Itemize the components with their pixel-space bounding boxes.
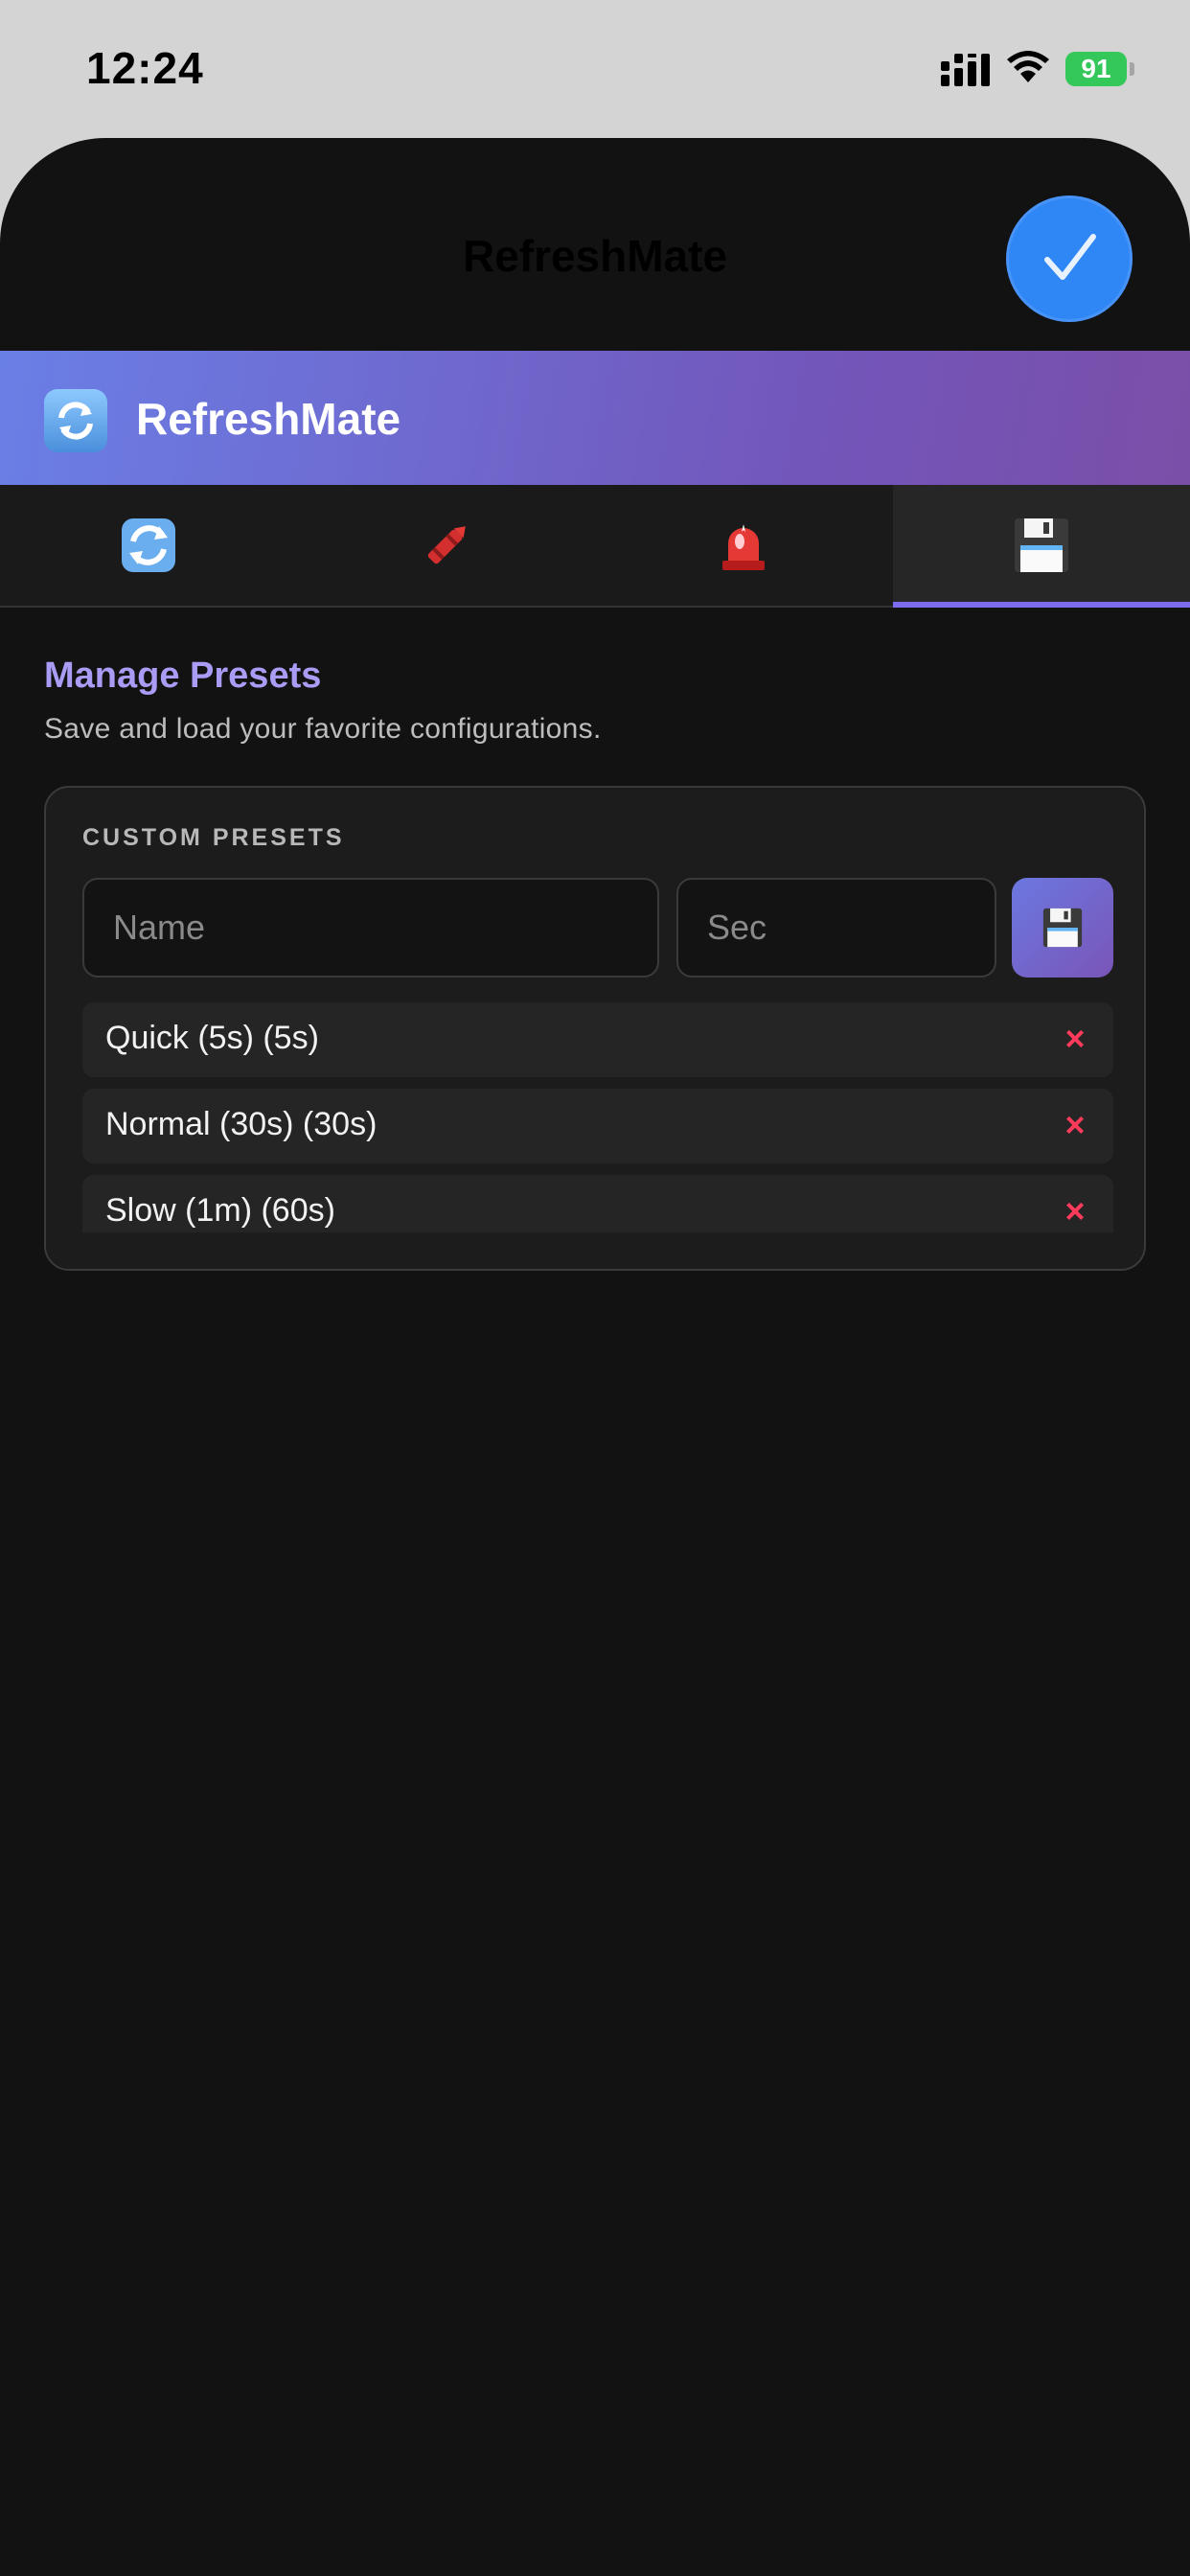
preset-seconds-input[interactable] <box>676 878 996 978</box>
list-item[interactable]: Slow (1m) (60s) × <box>82 1175 1113 1232</box>
delete-preset-button[interactable]: × <box>1056 1190 1094 1232</box>
list-item[interactable]: Quick (5s) (5s) × <box>82 1002 1113 1077</box>
done-button[interactable] <box>1006 196 1133 322</box>
battery-level: 91 <box>1065 52 1127 86</box>
delete-preset-button[interactable]: × <box>1056 1104 1094 1146</box>
section-subtitle: Save and load your favorite configuratio… <box>44 713 602 745</box>
modal-sheet: RefreshMate RefreshMate Manage Presets S… <box>0 138 1190 2576</box>
list-item[interactable]: Normal (30s) (30s) × <box>82 1089 1113 1163</box>
signal-icon <box>941 54 990 86</box>
preset-label: Quick (5s) (5s) <box>105 1020 319 1056</box>
wifi-icon <box>1007 51 1049 82</box>
siren-icon <box>722 524 766 570</box>
section-title: Manage Presets <box>44 656 322 696</box>
preset-label: Slow (1m) (60s) <box>105 1192 335 1229</box>
refresh-icon <box>44 389 107 452</box>
save-preset-button[interactable] <box>1012 878 1113 978</box>
battery-percent: 91 <box>1081 54 1111 83</box>
crayon-icon <box>427 526 466 564</box>
preset-list: Quick (5s) (5s) × Normal (30s) (30s) × S… <box>82 1002 1113 1232</box>
card-label: CUSTOM PRESETS <box>82 824 345 851</box>
refresh-icon <box>122 518 176 572</box>
tab-refresh[interactable] <box>0 485 298 606</box>
app-title: RefreshMate <box>136 394 401 444</box>
checkmark-icon <box>1044 234 1096 280</box>
tab-siren[interactable] <box>595 485 893 606</box>
floppy-disk-icon <box>1014 518 1068 572</box>
status-bar: 12:24 91 <box>0 0 1190 144</box>
floppy-disk-icon <box>1042 908 1083 948</box>
custom-presets-card: CUSTOM PRESETS Quick (5s) (5s) × Normal … <box>44 786 1146 1271</box>
delete-preset-button[interactable]: × <box>1056 1018 1094 1060</box>
preset-label: Normal (30s) (30s) <box>105 1106 378 1142</box>
battery-cap <box>1130 62 1134 76</box>
tab-presets[interactable] <box>892 485 1190 608</box>
app-header: RefreshMate <box>0 351 1190 485</box>
tab-crayon[interactable] <box>298 485 596 606</box>
tab-bar <box>0 485 1190 608</box>
preset-name-input[interactable] <box>82 878 659 978</box>
status-time: 12:24 <box>86 43 204 93</box>
